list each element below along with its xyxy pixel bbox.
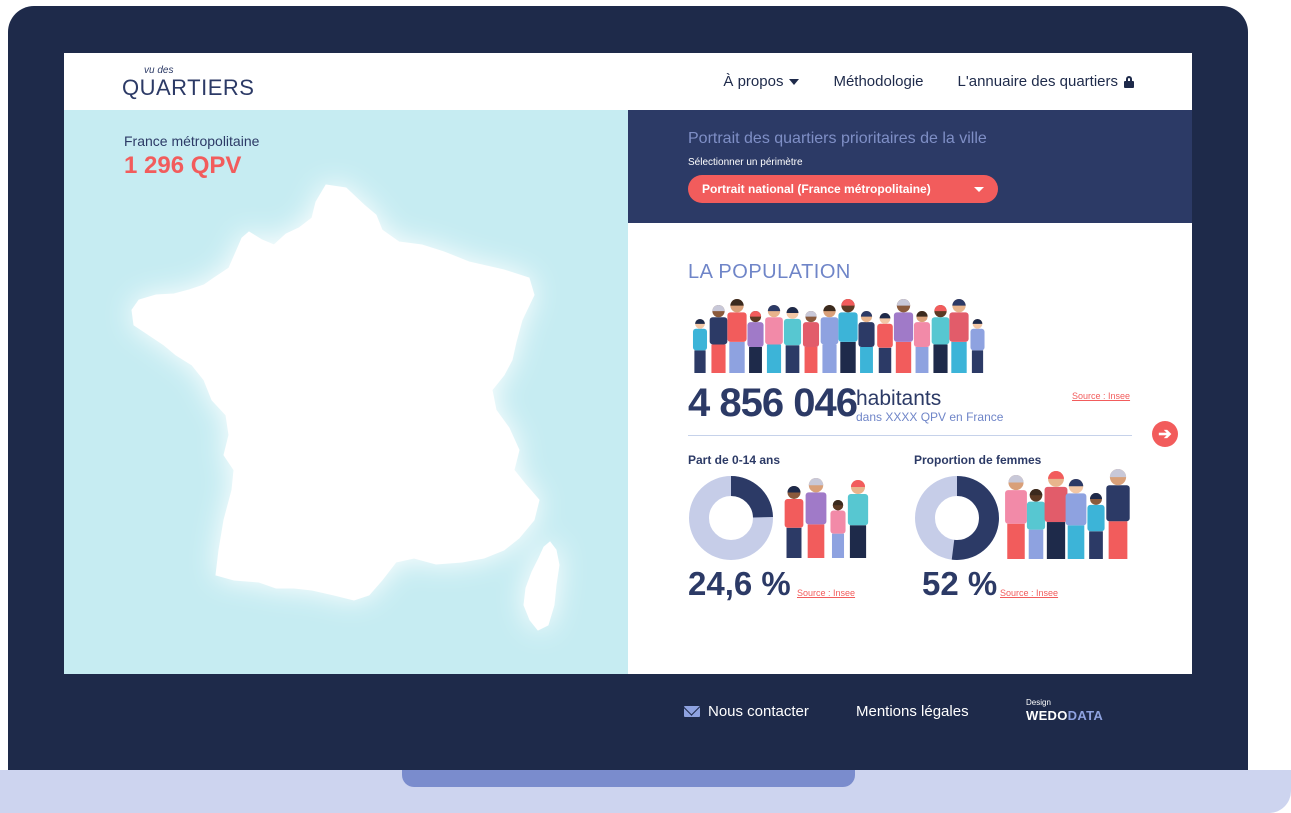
stat-label-children: Part de 0-14 ans — [688, 453, 781, 467]
screen: vu des QUARTIERS À propos Méthodologie L… — [64, 53, 1192, 745]
person-figure — [847, 480, 869, 558]
design-brand: WEDODATA — [1026, 708, 1104, 723]
next-button[interactable]: ➔ — [1152, 421, 1178, 447]
stat-value-women: 52 % — [922, 565, 998, 602]
person-figure — [1087, 493, 1105, 559]
stat-source-children[interactable]: Source : Insee — [797, 588, 855, 598]
donut-chart-women — [915, 476, 999, 560]
person-figure — [970, 319, 985, 373]
nav-about-label: À propos — [723, 73, 784, 90]
chevron-down-icon — [789, 78, 800, 85]
laptop-notch — [402, 770, 855, 787]
legal-link[interactable]: Mentions légales — [856, 703, 969, 720]
person-figure — [820, 305, 839, 373]
contact-link[interactable]: Nous contacter — [684, 703, 809, 720]
qpv-count: 1 296 QPV — [124, 152, 242, 179]
logo[interactable]: vu des QUARTIERS — [122, 65, 255, 103]
person-figure — [1005, 475, 1027, 559]
person-figure — [727, 299, 747, 373]
person-figure — [784, 486, 804, 558]
design-label: Design — [1026, 698, 1051, 707]
person-figure — [1106, 469, 1130, 559]
person-figure — [877, 313, 893, 373]
contact-label: Nous contacter — [708, 703, 809, 720]
nav-directory[interactable]: L'annuaire des quartiers — [958, 73, 1134, 90]
design-credit[interactable]: Design WEDODATA — [1026, 698, 1103, 725]
women-illustration — [1005, 469, 1130, 559]
person-figure — [783, 307, 802, 373]
france-mainland-shape — [131, 184, 540, 601]
person-figure — [913, 311, 931, 373]
nav-directory-label: L'annuaire des quartiers — [957, 73, 1118, 90]
donut-arc-children — [730, 476, 773, 519]
population-title: LA POPULATION — [688, 261, 851, 283]
nav-methodology[interactable]: Méthodologie — [833, 73, 923, 90]
nav-methodology-label: Méthodologie — [833, 73, 924, 90]
portrait-title: Portrait des quartiers prioritaires de l… — [688, 130, 987, 147]
person-figure — [949, 299, 969, 373]
person-figure — [1026, 489, 1046, 559]
france-map[interactable] — [64, 110, 628, 674]
children-illustration — [784, 478, 869, 558]
person-figure — [893, 299, 914, 373]
divider — [688, 435, 1132, 436]
people-illustration — [692, 299, 985, 373]
person-figure — [931, 305, 950, 373]
donut-arc-women — [951, 476, 999, 560]
chevron-down-icon — [974, 187, 984, 192]
person-figure — [802, 311, 820, 373]
arrow-right-icon: ➔ — [1158, 426, 1172, 443]
stat-label-women: Proportion de femmes — [914, 453, 1042, 467]
perimeter-select-value: Portrait national (France métropolitaine… — [702, 182, 931, 196]
population-unit: habitants — [856, 387, 942, 410]
map-panel: France métropolitaine 1 296 QPV — [64, 110, 628, 674]
person-figure — [838, 299, 858, 373]
person-figure — [858, 311, 875, 373]
mail-icon — [684, 706, 700, 717]
population-number: 4 856 046 — [688, 381, 858, 425]
perimeter-select[interactable]: Portrait national (France métropolitaine… — [688, 175, 998, 203]
person-figure — [709, 305, 728, 373]
person-figure — [805, 478, 827, 558]
person-figure — [692, 319, 708, 373]
region-label: France métropolitaine — [124, 133, 260, 149]
top-navigation-bar: vu des QUARTIERS À propos Méthodologie L… — [64, 53, 1192, 110]
main-nav: À propos Méthodologie L'annuaire des qua… — [723, 73, 1134, 90]
population-subtitle: dans XXXX QPV en France — [856, 410, 1004, 424]
person-figure — [765, 305, 783, 373]
portrait-header: Portrait des quartiers prioritaires de l… — [628, 110, 1192, 223]
nav-about[interactable]: À propos — [723, 73, 800, 90]
person-figure — [1044, 471, 1068, 559]
stat-value-children: 24,6 % — [688, 565, 791, 602]
person-figure — [1065, 479, 1087, 559]
person-figure — [830, 500, 846, 558]
stat-source-women[interactable]: Source : Insee — [1000, 588, 1058, 598]
lock-icon — [1124, 75, 1134, 88]
donut-chart-children — [689, 476, 773, 560]
population-section: LA POPULATION 4 856 046 habitants dans X… — [628, 223, 1192, 674]
person-figure — [747, 311, 764, 373]
logo-main-text: QUARTIERS — [122, 75, 255, 100]
population-source-link[interactable]: Source : Insee — [1072, 391, 1130, 401]
corsica-shape — [523, 541, 560, 631]
perimeter-select-label: Sélectionner un périmètre — [688, 157, 803, 168]
footer: Nous contacter Mentions légales Design W… — [64, 674, 1192, 745]
